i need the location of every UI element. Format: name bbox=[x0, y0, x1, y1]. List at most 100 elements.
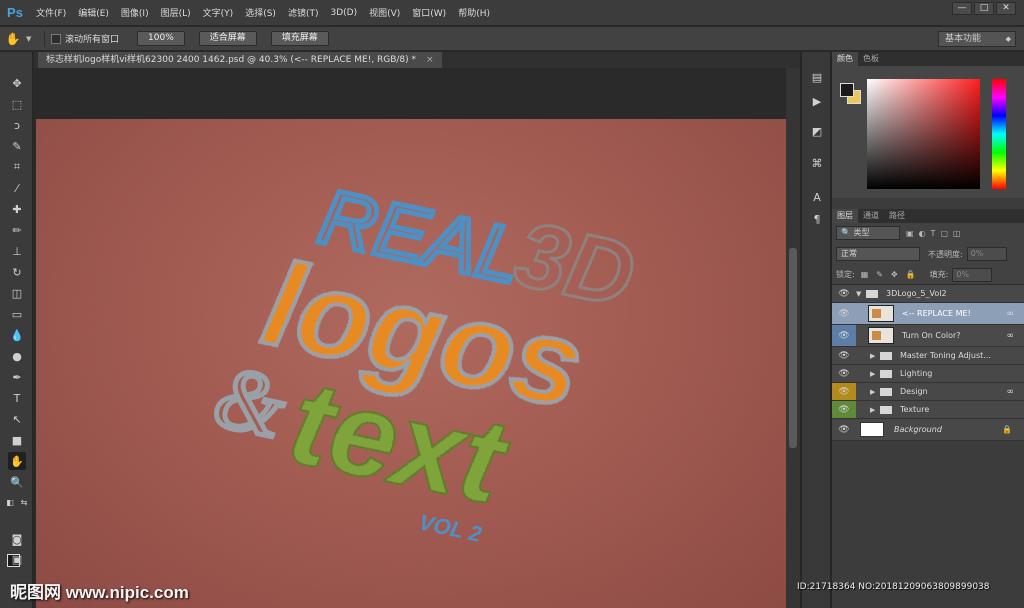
workspace-select[interactable]: 基本功能 ◆ bbox=[938, 31, 1016, 47]
layer-row-texture[interactable]: 👁 ▶ Texture bbox=[832, 401, 1024, 419]
history-panel-icon[interactable]: ▤ bbox=[809, 70, 825, 86]
shape-tool-icon[interactable]: ■ bbox=[8, 431, 26, 449]
layer-row-design[interactable]: 👁 ▶ Design ∞ bbox=[832, 383, 1024, 401]
quick-selection-tool-icon[interactable]: ✎ bbox=[8, 137, 26, 155]
scrollbar-thumb[interactable] bbox=[789, 248, 797, 448]
expand-arrow-right-icon[interactable]: ▶ bbox=[870, 352, 880, 360]
menu-type[interactable]: 文字(Y) bbox=[197, 6, 240, 19]
expand-arrow-right-icon[interactable]: ▶ bbox=[870, 406, 880, 414]
history-brush-tool-icon[interactable]: ↻ bbox=[8, 263, 26, 281]
expand-arrow-right-icon[interactable]: ▶ bbox=[870, 370, 880, 378]
canvas-viewport[interactable]: REAL 3D logos & text VOL 2 bbox=[34, 68, 786, 608]
type-tool-icon[interactable]: T bbox=[8, 389, 26, 407]
menu-filter[interactable]: 滤镜(T) bbox=[282, 6, 325, 19]
menu-image[interactable]: 图像(I) bbox=[115, 6, 155, 19]
brush-tool-icon[interactable]: ✏ bbox=[8, 221, 26, 239]
menu-3d[interactable]: 3D(D) bbox=[324, 8, 363, 18]
tab-color[interactable]: 颜色 bbox=[832, 52, 858, 66]
healing-brush-tool-icon[interactable]: ✚ bbox=[8, 200, 26, 218]
filter-shape-icon[interactable]: ▢ bbox=[940, 229, 948, 238]
expand-arrow-right-icon[interactable]: ▶ bbox=[870, 388, 880, 396]
screen-mode-icon[interactable]: ▣ bbox=[8, 550, 26, 568]
layer-row-background[interactable]: 👁 Background 🔒 bbox=[832, 419, 1024, 441]
visibility-eye-icon[interactable]: 👁 bbox=[832, 347, 856, 364]
opacity-input[interactable]: 0% bbox=[966, 247, 1007, 261]
paragraph-panel-icon[interactable]: ¶ bbox=[809, 212, 825, 228]
layer-row-master-toning[interactable]: 👁 ▶ Master Toning Adjust... bbox=[832, 347, 1024, 365]
document-close-icon[interactable]: × bbox=[426, 55, 434, 65]
dodge-tool-icon[interactable]: ● bbox=[8, 347, 26, 365]
tab-swatches[interactable]: 色板 bbox=[858, 52, 884, 66]
layer-row-lighting[interactable]: 👁 ▶ Lighting bbox=[832, 365, 1024, 383]
quick-mask-icon[interactable]: ◙ bbox=[8, 530, 26, 548]
fill-screen-button[interactable]: 填充屏幕 bbox=[270, 31, 329, 46]
visibility-eye-icon[interactable]: 👁 bbox=[832, 401, 856, 418]
menu-layer[interactable]: 图层(L) bbox=[155, 6, 197, 19]
properties-panel-icon[interactable]: ◩ bbox=[809, 124, 825, 140]
eraser-tool-icon[interactable]: ◫ bbox=[8, 284, 26, 302]
filter-adjustment-icon[interactable]: ◐ bbox=[919, 229, 926, 238]
move-tool-icon[interactable]: ✥ bbox=[8, 74, 26, 92]
marquee-tool-icon[interactable]: ⬚ bbox=[8, 95, 26, 113]
filter-type-icon[interactable]: T bbox=[931, 229, 936, 238]
layer-filter-select[interactable]: 🔍 类型 bbox=[836, 226, 900, 240]
zoom-tool-icon[interactable]: 🔍 bbox=[8, 473, 26, 491]
crop-tool-icon[interactable]: ⌗ bbox=[8, 158, 26, 176]
lock-all-icon[interactable]: 🔒 bbox=[906, 270, 916, 279]
tab-paths[interactable]: 路径 bbox=[884, 209, 910, 223]
hue-slider[interactable] bbox=[992, 79, 1006, 189]
swap-colors-icon[interactable]: ⇆ bbox=[18, 493, 30, 511]
path-selection-tool-icon[interactable]: ↖ bbox=[8, 410, 26, 428]
close-button[interactable]: ✕ bbox=[996, 2, 1016, 15]
workspace-select-label: 基本功能 bbox=[945, 34, 982, 44]
character-panel-icon[interactable]: A bbox=[809, 190, 825, 206]
menu-file[interactable]: 文件(F) bbox=[30, 6, 72, 19]
lock-transparent-icon[interactable]: ▦ bbox=[861, 270, 869, 279]
lock-pixels-icon[interactable]: ✎ bbox=[876, 270, 883, 279]
color-panel bbox=[832, 66, 1024, 198]
hand-tool-active-icon[interactable]: ✋ bbox=[8, 452, 26, 470]
scroll-all-windows-checkbox[interactable] bbox=[51, 33, 61, 44]
blur-tool-icon[interactable]: 💧 bbox=[8, 326, 26, 344]
blend-mode-select[interactable]: 正常 bbox=[836, 247, 920, 261]
minimize-button[interactable]: — bbox=[952, 2, 972, 15]
visibility-eye-icon[interactable]: 👁 bbox=[832, 325, 856, 346]
canvas-vertical-scrollbar[interactable] bbox=[786, 68, 800, 608]
tab-layers[interactable]: 图层 bbox=[832, 209, 858, 223]
color-picker-field[interactable] bbox=[867, 79, 980, 189]
menu-view[interactable]: 视图(V) bbox=[363, 6, 406, 19]
default-colors-icon[interactable]: ◧ bbox=[4, 493, 16, 511]
menu-help[interactable]: 帮助(H) bbox=[452, 6, 496, 19]
zoom-100-button[interactable]: 100% bbox=[137, 31, 185, 46]
fill-input[interactable]: 0% bbox=[952, 267, 993, 282]
pen-tool-icon[interactable]: ✒ bbox=[8, 368, 26, 386]
visibility-eye-icon[interactable]: 👁 bbox=[832, 419, 856, 440]
lasso-tool-icon[interactable]: ↄ bbox=[8, 116, 26, 134]
layer-row-turn-on-color[interactable]: 👁 Turn On Color? ∞ bbox=[832, 325, 1024, 347]
layer-row-group-3dlogo[interactable]: 👁 ▼ 3DLogo_5_Vol2 bbox=[832, 285, 1024, 303]
visibility-eye-icon[interactable]: 👁 bbox=[832, 285, 856, 302]
fit-screen-button[interactable]: 适合屏幕 bbox=[198, 31, 257, 46]
menu-select[interactable]: 选择(S) bbox=[239, 6, 282, 19]
document-tab[interactable]: 标志样机logo样机vi样机62300 2400 1462.psd @ 40.3… bbox=[38, 52, 442, 68]
lock-position-icon[interactable]: ✥ bbox=[891, 270, 898, 279]
tab-channels[interactable]: 通道 bbox=[858, 209, 884, 223]
menu-window[interactable]: 窗口(W) bbox=[406, 6, 452, 19]
eyedropper-tool-icon[interactable]: ⁄ bbox=[8, 179, 26, 197]
filter-smart-icon[interactable]: ◫ bbox=[953, 229, 961, 238]
visibility-eye-icon[interactable]: 👁 bbox=[832, 383, 856, 400]
clone-stamp-tool-icon[interactable]: ⊥ bbox=[8, 242, 26, 260]
brush-panel-icon[interactable]: ⌘ bbox=[809, 156, 825, 172]
visibility-eye-icon[interactable]: 👁 bbox=[832, 303, 856, 324]
actions-panel-icon[interactable]: ▶ bbox=[809, 94, 825, 110]
color-foreground-swatch[interactable] bbox=[840, 83, 854, 97]
filter-pixel-icon[interactable]: ▣ bbox=[906, 229, 914, 238]
restore-button[interactable]: □ bbox=[974, 2, 994, 15]
visibility-eye-icon[interactable]: 👁 bbox=[832, 365, 856, 382]
menu-edit[interactable]: 编辑(E) bbox=[72, 6, 115, 19]
gradient-tool-icon[interactable]: ▭ bbox=[8, 305, 26, 323]
tool-preset-caret-icon[interactable]: ▼ bbox=[26, 35, 38, 43]
layer-row-replace-me[interactable]: 👁 <-- REPLACE ME! ∞ bbox=[832, 303, 1024, 325]
hand-tool-icon[interactable]: ✋ bbox=[0, 32, 26, 46]
expand-arrow-down-icon[interactable]: ▼ bbox=[856, 290, 866, 298]
